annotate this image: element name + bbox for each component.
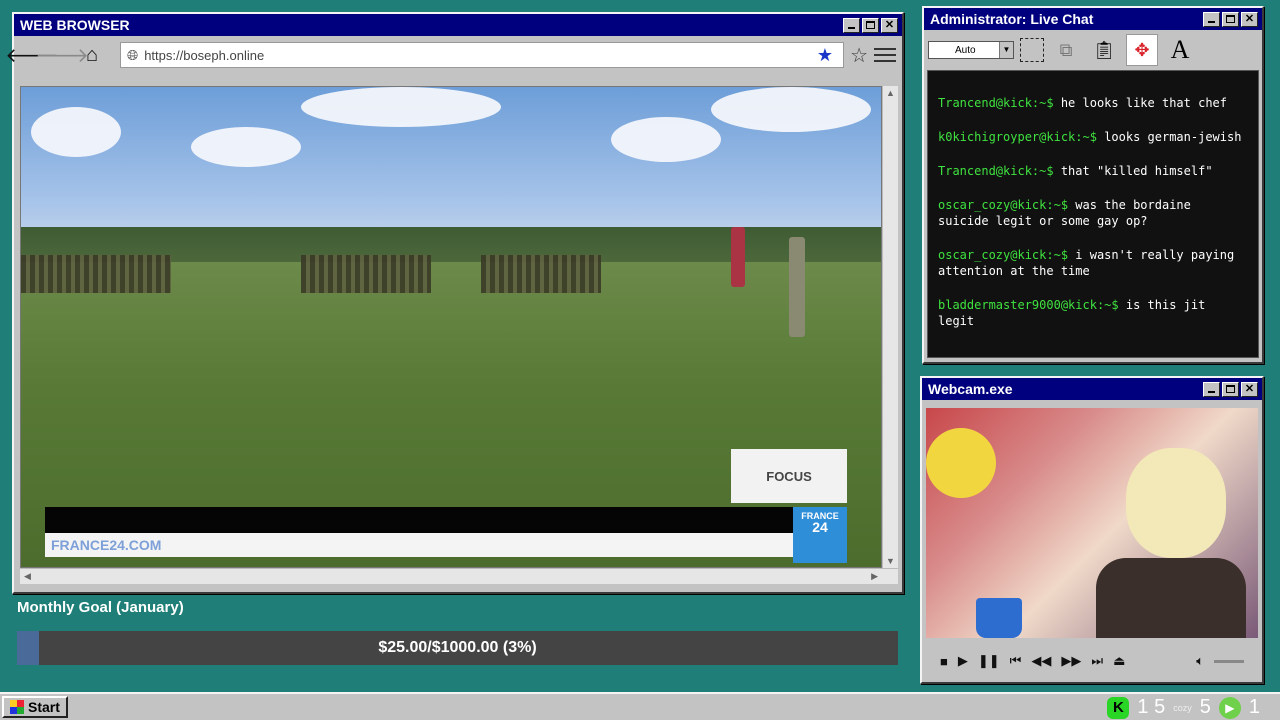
browser-toolbar: 🡐 🡒 ⌂ 🌐︎ https://boseph.online ★ ☆ [5,36,902,74]
volume-slider[interactable] [1214,659,1244,663]
video-player[interactable]: FOCUS FRANCE24.COM FRANCE 24 [20,86,882,568]
chat-message: Trancend@kick:~$ he looks like that chef [938,95,1248,111]
globe-icon: 🌐︎ [127,46,139,63]
taskbar: Start K 1 5 cozy 5 ▶ 1 [0,692,1280,720]
kick-icon[interactable]: K [1107,696,1130,719]
windows-logo-icon [10,700,24,714]
news-ticker-bar [45,507,793,533]
chat-username: oscar_cozy@kick:~$ [938,198,1069,212]
chat-text: looks german-jewish [1104,130,1242,144]
chat-text: that "killed himself" [1060,164,1213,178]
chat-username: Trancend@kick:~$ [938,96,1054,110]
tray-cozy: cozy [1173,702,1192,713]
size-select[interactable]: Auto ▼ [928,41,1014,59]
webcam-window: Webcam.exe ✕ ■ ▶ ❚❚ ⏮ ◀◀ ▶▶ ⏭ ⏏ 🔈︎ [920,376,1264,684]
chat-username: k0kichigroyper@kick:~$ [938,130,1097,144]
chat-log[interactable]: Trancend@kick:~$ he looks like that chef… [927,70,1259,358]
address-bar[interactable]: 🌐︎ https://boseph.online ★ [120,42,845,68]
media-controls: ■ ▶ ❚❚ ⏮ ◀◀ ▶▶ ⏭ ⏏ 🔈︎ [926,648,1258,674]
chat-username: bladdermaster9000@kick:~$ [938,298,1119,312]
tray-count-1: 1 5 [1137,696,1166,718]
favorites-icon[interactable]: ☆ [850,43,868,68]
france24-logo: FRANCE 24 [793,507,847,563]
chat-title: Administrator: Live Chat [930,11,1094,27]
skip-back-icon[interactable]: ⏮ [1010,653,1022,669]
chevron-down-icon[interactable]: ▼ [999,42,1013,58]
play-icon[interactable]: ▶ [958,653,968,669]
text-tool-icon[interactable]: A [1164,34,1196,66]
rewind-icon[interactable]: ◀◀ [1031,653,1051,669]
chat-message: k0kichigroyper@kick:~$ looks german-jewi… [938,129,1248,145]
chat-message: bladdermaster9000@kick:~$ is this jit le… [938,297,1248,329]
close-button[interactable]: ✕ [1241,381,1258,397]
chat-username: Trancend@kick:~$ [938,164,1054,178]
news-ticker-site: FRANCE24.COM [45,533,793,557]
chat-message: Trancend@kick:~$ that "killed himself" [938,163,1248,179]
copy-icon[interactable]: ⧉ [1050,34,1082,66]
start-button[interactable]: Start [2,696,68,718]
bookmark-star-icon[interactable]: ★ [817,45,833,66]
plush-toy [926,428,996,498]
chat-toolbar: Auto ▼ ⧉ 📋︎ ✥ A [924,30,1262,70]
minimize-button[interactable] [1203,11,1220,27]
chat-message: oscar_cozy@kick:~$ i wasn't really payin… [938,247,1248,279]
webcam-title: Webcam.exe [928,381,1013,397]
move-icon[interactable]: ✥ [1126,34,1158,66]
eject-icon[interactable]: ⏏ [1113,653,1125,669]
chat-titlebar[interactable]: Administrator: Live Chat ✕ [924,8,1262,30]
chat-window: Administrator: Live Chat ✕ Auto ▼ ⧉ 📋︎ ✥ … [922,6,1264,364]
avatar-head [1126,448,1226,558]
vertical-scrollbar[interactable]: ▲ ▼ [882,86,898,568]
chat-message: oscar_cozy@kick:~$ was the bordaine suic… [938,197,1248,229]
fast-forward-icon[interactable]: ▶▶ [1061,653,1081,669]
minimize-button[interactable] [1203,381,1220,397]
play-circle-icon[interactable]: ▶ [1218,696,1241,719]
home-icon[interactable]: ⌂ [80,43,104,67]
skip-forward-icon[interactable]: ⏭ [1091,653,1103,669]
goal-progress-bar: $25.00/$1000.00 (3%) [17,631,898,665]
forward-icon[interactable]: 🡒 [35,43,89,67]
chat-text: he looks like that chef [1060,96,1227,110]
ticker-site-text: FRANCE24.COM [51,537,162,553]
maximize-button[interactable] [1222,11,1239,27]
paste-icon[interactable]: 📋︎ [1088,34,1120,66]
volume-icon[interactable]: 🔈︎ [1196,653,1204,669]
tray-count-2: 5 [1199,696,1211,718]
browser-titlebar[interactable]: WEB BROWSER ✕ [14,14,902,36]
stop-icon[interactable]: ■ [940,654,948,669]
chat-username: oscar_cozy@kick:~$ [938,248,1069,262]
pause-icon[interactable]: ❚❚ [978,653,1000,669]
browser-window: WEB BROWSER ✕ 🡐 🡒 ⌂ 🌐︎ https://boseph.on… [5,12,904,594]
horizontal-scrollbar[interactable]: ◀ ▶ [20,568,898,584]
menu-icon[interactable] [874,48,896,62]
mug [976,598,1022,638]
tray-count-3: 1 [1248,696,1260,718]
focus-label: FOCUS [731,449,847,503]
goal-title: Monthly Goal (January) [17,599,184,616]
minimize-button[interactable] [843,17,860,33]
maximize-button[interactable] [1222,381,1239,397]
avatar-body [1096,558,1246,638]
selection-tool-icon[interactable] [1020,38,1044,62]
url-text: https://boseph.online [144,47,265,63]
maximize-button[interactable] [862,17,879,33]
browser-title: WEB BROWSER [20,17,130,33]
goal-progress-text: $25.00/$1000.00 (3%) [378,639,537,656]
webcam-feed [926,408,1258,638]
webcam-titlebar[interactable]: Webcam.exe ✕ [922,378,1262,400]
close-button[interactable]: ✕ [881,17,898,33]
close-button[interactable]: ✕ [1241,11,1258,27]
system-tray: K 1 5 cozy 5 ▶ 1 [1107,696,1260,719]
